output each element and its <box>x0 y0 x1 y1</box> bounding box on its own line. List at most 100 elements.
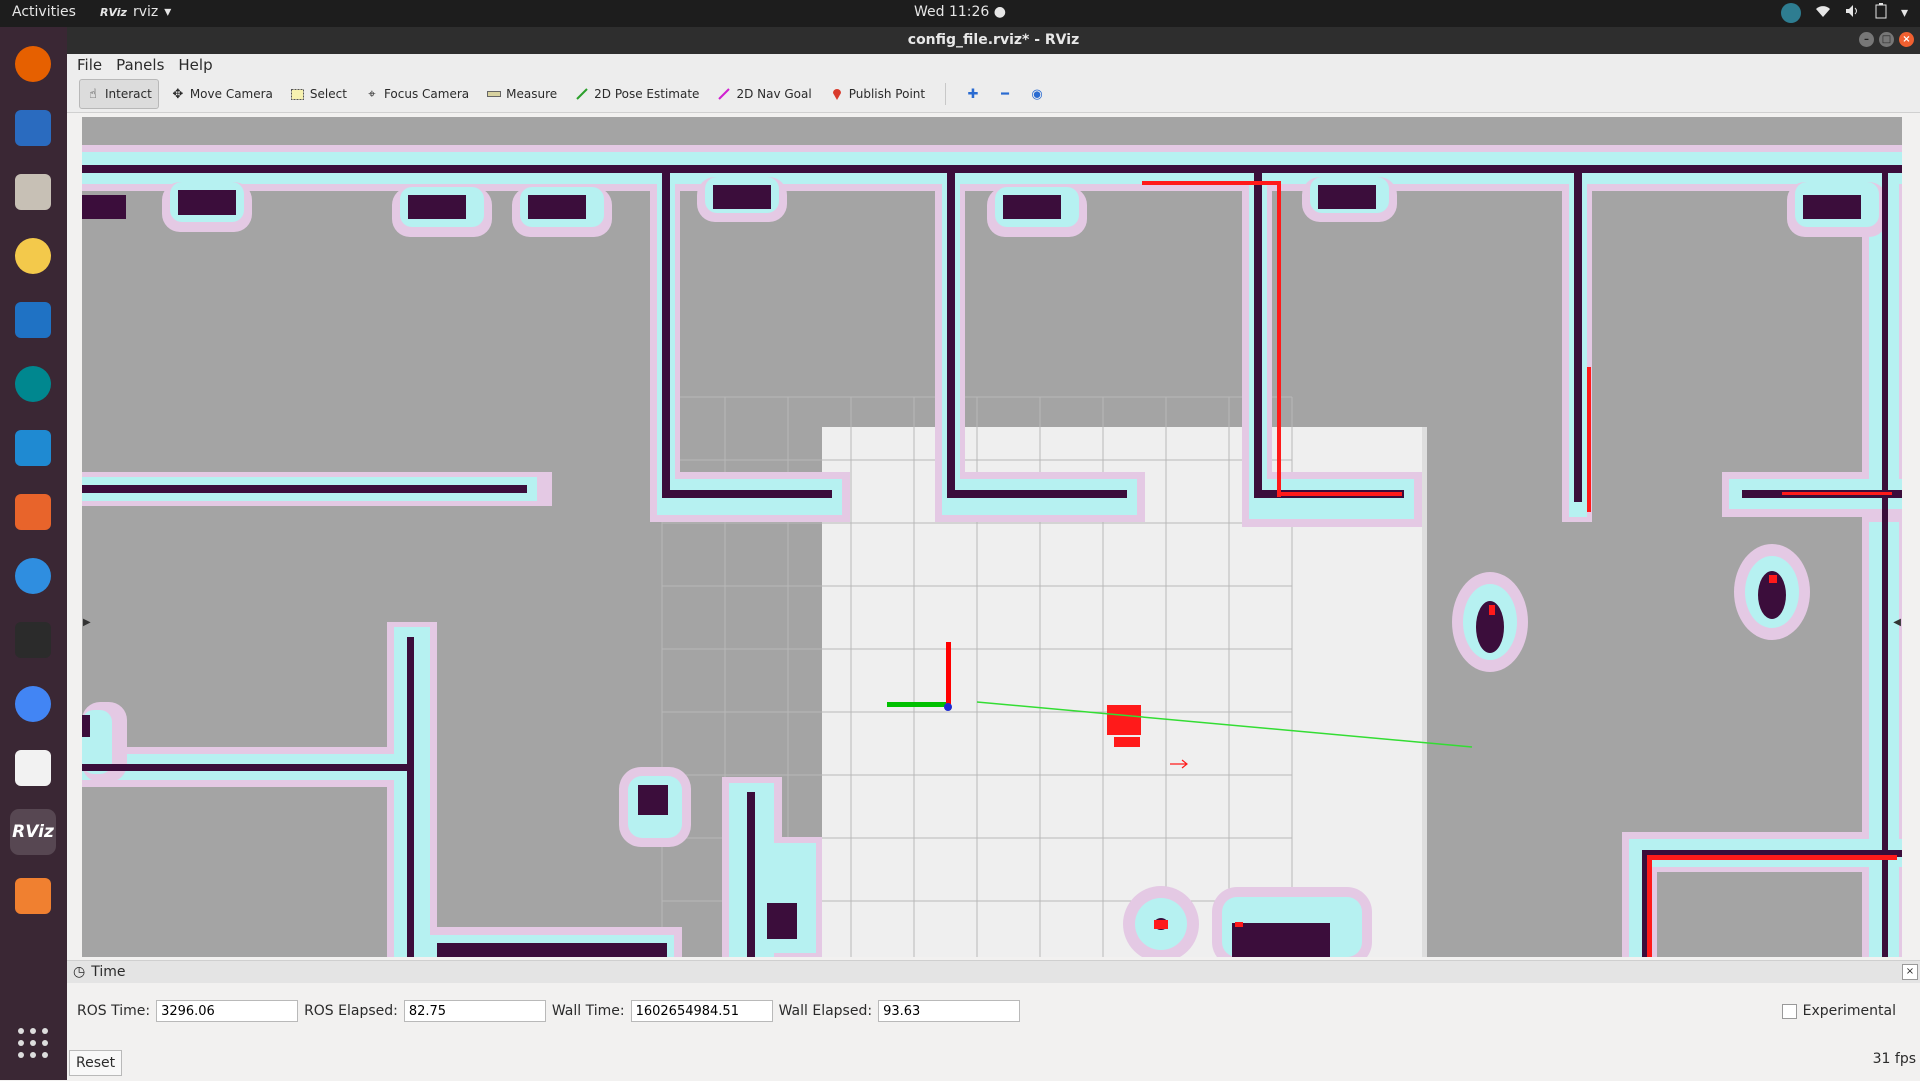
text-editor-icon-glyph <box>15 750 51 786</box>
clock-container: Wed 11:26 ● <box>0 4 1920 20</box>
wall-time-label: Wall Time: <box>551 1003 625 1019</box>
software-center-icon[interactable] <box>10 489 56 535</box>
wall-time-field[interactable] <box>630 1000 773 1022</box>
move-camera-tool-button[interactable]: ✥ Move Camera <box>165 80 279 108</box>
rviz-window: config_file.rviz* - RViz – □ × File Pane… <box>67 27 1920 1081</box>
experimental-checkbox[interactable] <box>1781 1003 1797 1019</box>
top-bar: Activities RViz rviz ▾ Wed 11:26 ● ▾ <box>0 0 1920 27</box>
layers-app-icon-glyph <box>15 878 51 914</box>
battery-icon[interactable] <box>1875 3 1887 23</box>
add-tool-button[interactable]: ✚ <box>960 80 986 108</box>
eye-icon: ◉ <box>1031 86 1043 102</box>
rviz-icon[interactable]: RViz <box>10 809 56 855</box>
firefox-icon-glyph <box>15 46 51 82</box>
menu-panels[interactable]: Panels <box>116 56 164 74</box>
chrome-icon-glyph <box>15 686 51 722</box>
occupancy-map <box>82 117 1902 957</box>
measure-label: Measure <box>506 87 558 101</box>
time-panel-header: ◷ Time × <box>67 961 1920 983</box>
system-menu-chevron-icon[interactable]: ▾ <box>1901 5 1908 21</box>
volume-icon[interactable] <box>1845 4 1861 22</box>
pose-estimate-tool-button[interactable]: 2D Pose Estimate <box>569 80 705 108</box>
menu-help[interactable]: Help <box>178 56 212 74</box>
rviz-icon-glyph: RViz <box>12 822 54 842</box>
remove-tool-button[interactable]: ━ <box>992 80 1018 108</box>
vscode-icon[interactable] <box>10 425 56 471</box>
pose-estimate-label: 2D Pose Estimate <box>594 87 700 101</box>
interact-tool-button[interactable]: ☝ Interact <box>79 79 159 109</box>
layers-app-icon[interactable] <box>10 873 56 919</box>
experimental-label: Experimental <box>1802 1003 1896 1019</box>
rviz-app-icon: RViz <box>100 5 127 19</box>
clock[interactable]: Wed 11:26 ● <box>914 4 1006 20</box>
experimental-checkbox-row[interactable]: Experimental <box>1781 1003 1896 1019</box>
ruler-icon <box>487 87 502 101</box>
move-camera-label: Move Camera <box>189 87 273 101</box>
firefox-icon[interactable] <box>10 41 56 87</box>
focus-camera-label: Focus Camera <box>383 87 470 101</box>
files-icon[interactable] <box>10 169 56 215</box>
move-icon: ✥ <box>172 86 184 102</box>
ros-time-field[interactable] <box>156 1000 299 1022</box>
updates-icon[interactable] <box>1780 3 1801 23</box>
chrome-icon[interactable] <box>10 681 56 727</box>
activities-button[interactable]: Activities <box>12 4 76 20</box>
arduino-icon-glyph <box>15 366 51 402</box>
axis-x <box>946 642 951 704</box>
3d-render-view[interactable]: ▶ ◀ <box>82 117 1902 957</box>
system-tray[interactable]: ▾ <box>1780 3 1908 23</box>
measure-tool-button[interactable]: Measure <box>481 80 563 108</box>
close-button[interactable]: × <box>1899 32 1914 47</box>
writer-icon-glyph <box>15 302 51 338</box>
ros-time-label: ROS Time: <box>77 1003 151 1019</box>
focus-camera-tool-button[interactable]: ⌖ Focus Camera <box>359 80 475 108</box>
plus-icon: ✚ <box>967 86 979 102</box>
writer-icon[interactable] <box>10 297 56 343</box>
menu-bar: File Panels Help <box>67 54 1920 76</box>
text-editor-icon[interactable] <box>10 745 56 791</box>
nav-goal-tool-button[interactable]: 2D Nav Goal <box>711 80 817 108</box>
wall-elapsed-field[interactable] <box>878 1000 1021 1022</box>
nav-goal-label: 2D Nav Goal <box>736 87 812 101</box>
left-panel-toggle-icon[interactable]: ▶ <box>83 617 91 628</box>
terminal-icon[interactable] <box>10 617 56 663</box>
software-center-icon-glyph <box>15 494 51 530</box>
time-panel-title: Time <box>91 964 126 980</box>
ros-elapsed-field[interactable] <box>403 1000 546 1022</box>
wifi-icon[interactable] <box>1815 4 1831 22</box>
green-arrow-icon <box>575 87 589 101</box>
menu-file[interactable]: File <box>77 56 102 74</box>
apps-grid-icon <box>18 1028 48 1058</box>
maximize-button[interactable]: □ <box>1879 32 1894 47</box>
interact-label: Interact <box>105 87 152 101</box>
tool-bar: ☝ Interact ✥ Move Camera Select ⌖ Focus … <box>67 76 1920 113</box>
right-panel-toggle-icon[interactable]: ◀ <box>1893 617 1901 628</box>
axis-z <box>944 703 952 711</box>
dock: RViz <box>0 27 67 1080</box>
select-label: Select <box>309 87 347 101</box>
time-panel: ◷ Time × ROS Time: ROS Elapsed: Wall Tim… <box>67 960 1920 1081</box>
time-fields-row: ROS Time: ROS Elapsed: Wall Time: Wall E… <box>77 1000 1021 1022</box>
vscode-icon-glyph <box>15 430 51 466</box>
hand-icon: ☝ <box>89 86 97 102</box>
minus-icon: ━ <box>1001 86 1009 102</box>
publish-point-tool-button[interactable]: Publish Point <box>824 80 931 108</box>
tool-properties-button[interactable]: ◉ <box>1024 80 1050 108</box>
help-icon[interactable] <box>10 553 56 599</box>
rhythmbox-icon-glyph <box>15 238 51 274</box>
show-applications-button[interactable] <box>10 1020 56 1066</box>
select-icon <box>291 87 305 101</box>
ros-elapsed-label: ROS Elapsed: <box>304 1003 398 1019</box>
rhythmbox-icon[interactable] <box>10 233 56 279</box>
window-titlebar[interactable]: config_file.rviz* - RViz – □ × <box>67 27 1920 54</box>
select-tool-button[interactable]: Select <box>285 80 353 108</box>
thunderbird-icon[interactable] <box>10 105 56 151</box>
reset-button[interactable]: Reset <box>69 1050 123 1076</box>
app-menu[interactable]: RViz rviz ▾ <box>100 4 171 20</box>
close-panel-button[interactable]: × <box>1902 964 1918 980</box>
publish-point-label: Publish Point <box>848 87 926 101</box>
magenta-arrow-icon <box>717 87 731 101</box>
toolbar-separator <box>945 83 947 105</box>
arduino-icon[interactable] <box>10 361 56 407</box>
minimize-button[interactable]: – <box>1859 32 1874 47</box>
